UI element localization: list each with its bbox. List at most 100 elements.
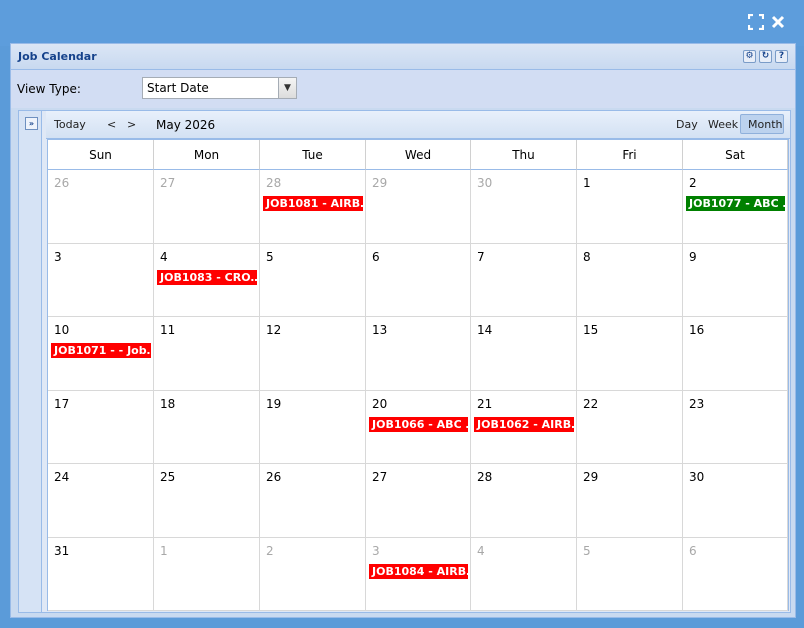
day-number: 22 (583, 397, 599, 411)
panel-header: Job Calendar ⚙ ↻ ? (11, 44, 795, 70)
calendar-event[interactable]: JOB1084 - AIRB… (369, 564, 468, 579)
day-number: 19 (266, 397, 282, 411)
day-cell[interactable]: 4 JOB1083 - CRO… (154, 244, 260, 317)
settings-icon[interactable]: ⚙ (743, 50, 756, 63)
calendar-event[interactable]: JOB1083 - CRO… (157, 270, 257, 285)
day-cell[interactable]: 30 (471, 170, 577, 244)
week-view-button[interactable]: Week (708, 118, 738, 131)
day-number: 18 (160, 397, 176, 411)
day-cell[interactable]: 5 (577, 538, 683, 611)
day-number: 11 (160, 323, 176, 337)
day-cell[interactable]: 28 JOB1081 - AIRB… (260, 170, 366, 244)
day-cell[interactable]: 11 (154, 317, 260, 391)
day-number: 10 (54, 323, 70, 337)
day-number: 27 (160, 176, 176, 190)
view-type-value: Start Date (147, 81, 209, 95)
day-cell[interactable]: 27 (154, 170, 260, 244)
day-cell[interactable]: 26 (48, 170, 154, 244)
day-cell[interactable]: 31 (48, 538, 154, 611)
day-cell[interactable]: 22 (577, 391, 683, 464)
day-cell[interactable]: 21 JOB1062 - AIRB… (471, 391, 577, 464)
day-cell[interactable]: 20 JOB1066 - ABC … (366, 391, 471, 464)
weekday-header-tue: Tue (260, 140, 366, 170)
day-cell[interactable]: 29 (366, 170, 471, 244)
day-number: 3 (54, 250, 62, 264)
day-cell[interactable]: 5 (260, 244, 366, 317)
day-cell[interactable]: 25 (154, 464, 260, 538)
calendar-toolbar: Today < > May 2026 Day Week Month (46, 111, 790, 139)
day-number: 28 (477, 470, 493, 484)
prev-month-button[interactable]: < (107, 118, 116, 131)
weekday-header-thu: Thu (471, 140, 577, 170)
refresh-icon[interactable]: ↻ (759, 50, 772, 63)
day-number: 9 (689, 250, 697, 264)
day-number: 14 (477, 323, 493, 337)
day-number: 20 (372, 397, 388, 411)
day-view-button[interactable]: Day (676, 118, 698, 131)
day-number: 2 (266, 544, 274, 558)
day-number: 30 (477, 176, 493, 190)
day-cell[interactable]: 2 (260, 538, 366, 611)
day-number: 29 (583, 470, 599, 484)
day-cell[interactable]: 1 (154, 538, 260, 611)
view-type-select[interactable]: Start Date ▼ (142, 77, 297, 99)
day-cell[interactable]: 14 (471, 317, 577, 391)
weekday-header-mon: Mon (154, 140, 260, 170)
day-cell[interactable]: 17 (48, 391, 154, 464)
calendar-event[interactable]: JOB1077 - ABC … (686, 196, 785, 211)
day-number: 5 (266, 250, 274, 264)
month-view-button[interactable]: Month (748, 118, 782, 131)
job-calendar-panel: Job Calendar ⚙ ↻ ? View Type: Start Date… (10, 43, 796, 618)
chevron-down-icon[interactable]: ▼ (278, 78, 296, 98)
day-cell[interactable]: 3 JOB1084 - AIRB… (366, 538, 471, 611)
day-number: 27 (372, 470, 388, 484)
day-cell[interactable]: 30 (683, 464, 788, 538)
day-number: 6 (689, 544, 697, 558)
day-number: 23 (689, 397, 705, 411)
window-titlebar (0, 0, 804, 46)
day-cell[interactable]: 13 (366, 317, 471, 391)
day-cell[interactable]: 12 (260, 317, 366, 391)
day-cell[interactable]: 26 (260, 464, 366, 538)
day-cell[interactable]: 2 JOB1077 - ABC … (683, 170, 788, 244)
day-number: 17 (54, 397, 70, 411)
day-cell[interactable]: 16 (683, 317, 788, 391)
maximize-icon[interactable] (748, 14, 766, 32)
expand-icon[interactable]: » (25, 117, 38, 130)
day-number: 3 (372, 544, 380, 558)
day-cell[interactable]: 9 (683, 244, 788, 317)
calendar-event[interactable]: JOB1081 - AIRB… (263, 196, 363, 211)
today-button[interactable]: Today (54, 118, 86, 131)
day-number: 15 (583, 323, 599, 337)
day-cell[interactable]: 15 (577, 317, 683, 391)
day-cell[interactable]: 24 (48, 464, 154, 538)
day-number: 4 (160, 250, 168, 264)
day-cell[interactable]: 27 (366, 464, 471, 538)
panel-title: Job Calendar (18, 50, 97, 63)
day-cell[interactable]: 1 (577, 170, 683, 244)
close-icon[interactable] (770, 14, 788, 32)
day-cell[interactable]: 6 (366, 244, 471, 317)
day-number: 24 (54, 470, 70, 484)
day-cell[interactable]: 19 (260, 391, 366, 464)
day-cell[interactable]: 23 (683, 391, 788, 464)
calendar-event[interactable]: JOB1066 - ABC … (369, 417, 468, 432)
day-cell[interactable]: 4 (471, 538, 577, 611)
next-month-button[interactable]: > (127, 118, 136, 131)
calendar-event[interactable]: JOB1071 - - Job… (51, 343, 151, 358)
view-type-row: View Type: Start Date ▼ (11, 70, 795, 108)
day-cell[interactable]: 7 (471, 244, 577, 317)
day-cell[interactable]: 18 (154, 391, 260, 464)
day-cell[interactable]: 3 (48, 244, 154, 317)
day-cell[interactable]: 6 (683, 538, 788, 611)
day-cell[interactable]: 28 (471, 464, 577, 538)
day-number: 4 (477, 544, 485, 558)
calendar-event[interactable]: JOB1062 - AIRB… (474, 417, 574, 432)
day-cell[interactable]: 8 (577, 244, 683, 317)
day-number: 25 (160, 470, 176, 484)
weekday-header-sun: Sun (48, 140, 154, 170)
day-cell[interactable]: 29 (577, 464, 683, 538)
help-icon[interactable]: ? (775, 50, 788, 63)
day-number: 26 (54, 176, 70, 190)
day-cell[interactable]: 10 JOB1071 - - Job… (48, 317, 154, 391)
